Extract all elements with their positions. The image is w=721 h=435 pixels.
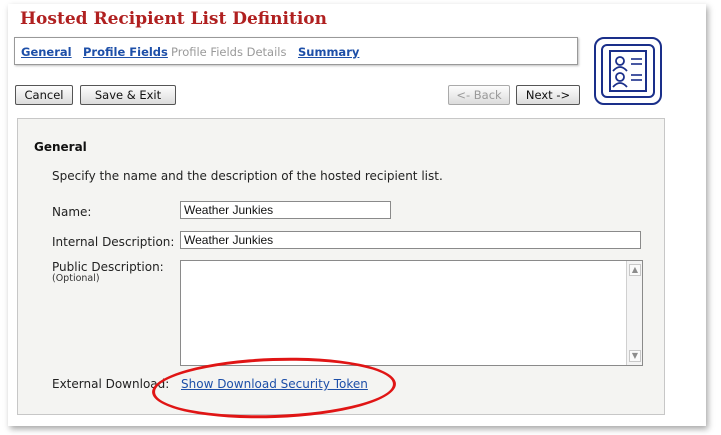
tab-profile-fields[interactable]: Profile Fields — [83, 45, 168, 59]
save-exit-button[interactable]: Save & Exit — [80, 85, 176, 105]
external-download-label: External Download: — [52, 377, 170, 391]
tab-profile-fields-details: Profile Fields Details — [171, 45, 287, 59]
scroll-down-icon[interactable]: ▼ — [629, 350, 641, 362]
cancel-button[interactable]: Cancel — [15, 85, 73, 105]
public-description-textarea[interactable]: ▲ ▼ — [180, 260, 643, 366]
name-input[interactable] — [180, 201, 391, 219]
show-download-token-link[interactable]: Show Download Security Token — [181, 377, 368, 391]
section-title: General — [34, 140, 87, 154]
next-button[interactable]: Next -> — [516, 85, 580, 105]
tab-summary[interactable]: Summary — [298, 45, 359, 59]
tab-general[interactable]: General — [21, 45, 72, 59]
textarea-scrollbar[interactable]: ▲ ▼ — [626, 261, 642, 365]
public-description-label: Public Description: — [52, 260, 164, 274]
section-description: Specify the name and the description of … — [52, 169, 443, 183]
back-button: <- Back — [448, 85, 510, 105]
page-title: Hosted Recipient List Definition — [20, 9, 327, 29]
scroll-up-icon[interactable]: ▲ — [629, 264, 641, 276]
wizard-tab-bar: General Profile Fields Profile Fields De… — [14, 37, 578, 65]
internal-description-label: Internal Description: — [52, 235, 175, 249]
recipient-list-icon — [594, 37, 662, 105]
optional-label: (Optional) — [52, 273, 100, 284]
internal-description-input[interactable] — [180, 231, 641, 249]
name-label: Name: — [52, 205, 92, 219]
